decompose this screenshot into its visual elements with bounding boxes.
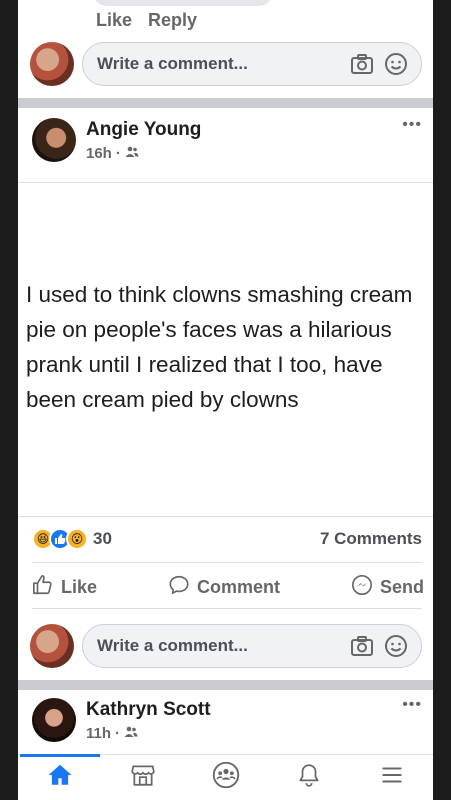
send-button[interactable]: Send <box>351 574 424 601</box>
reactions-button[interactable]: 😆 😮 30 <box>32 528 112 550</box>
comments-count-link[interactable]: 7 Comments <box>320 529 422 549</box>
post-actions: Like Comment Send <box>32 574 424 601</box>
nav-marketplace[interactable] <box>113 755 173 800</box>
post-header: Angie Young 16h · ••• <box>32 116 422 162</box>
comment-input[interactable]: Write a comment... <box>82 42 422 86</box>
post-time[interactable]: 16h <box>86 145 112 162</box>
messenger-icon <box>351 574 373 601</box>
menu-icon <box>379 762 405 793</box>
friends-icon <box>124 725 138 742</box>
nav-notifications[interactable] <box>279 755 339 800</box>
comment-placeholder: Write a comment... <box>97 636 248 655</box>
emoji-icon[interactable] <box>383 633 409 659</box>
comment-like-link[interactable]: Like <box>96 10 132 31</box>
comment-input[interactable]: Write a comment... <box>82 624 422 668</box>
comment-reply-link[interactable]: Reply <box>148 10 197 31</box>
camera-icon[interactable] <box>349 51 375 77</box>
body-divider <box>18 516 433 517</box>
actions-divider <box>32 608 422 609</box>
emoji-icon[interactable] <box>383 51 409 77</box>
comment-placeholder: Write a comment... <box>97 54 248 73</box>
camera-icon[interactable] <box>349 633 375 659</box>
dot-separator: · <box>115 724 121 742</box>
more-options-icon[interactable]: ••• <box>402 696 422 714</box>
avatar <box>30 42 74 86</box>
bottom-nav <box>18 753 433 800</box>
header-divider <box>18 182 433 183</box>
nav-home[interactable] <box>19 753 100 800</box>
author-name[interactable]: Kathryn Scott <box>86 699 402 721</box>
reaction-count: 30 <box>93 529 112 548</box>
comment-bar: Write a comment... <box>30 622 422 670</box>
comment-label: Comment <box>197 577 281 597</box>
home-icon <box>47 762 73 793</box>
post-separator <box>18 98 433 108</box>
dot-separator: · <box>115 144 121 162</box>
previous-comment-actions: Like Reply <box>96 10 197 31</box>
post-header: Kathryn Scott 11h · ••• <box>32 696 422 742</box>
post-separator <box>18 680 433 690</box>
comment-button[interactable]: Comment <box>168 574 280 601</box>
nav-groups[interactable] <box>196 755 256 800</box>
avatar <box>30 624 74 668</box>
like-button[interactable]: Like <box>32 574 97 601</box>
more-options-icon[interactable]: ••• <box>402 116 422 134</box>
author-avatar[interactable] <box>32 118 76 162</box>
post-text: I used to think clowns smashing cream pi… <box>26 282 413 412</box>
author-name[interactable]: Angie Young <box>86 119 402 141</box>
send-label: Send <box>379 577 424 597</box>
previous-comment-bubble <box>93 0 273 6</box>
reactions-divider <box>32 562 422 563</box>
notifications-icon <box>296 762 322 793</box>
wow-icon: 😮 <box>66 528 88 550</box>
author-avatar[interactable] <box>32 698 76 742</box>
nav-menu[interactable] <box>362 755 422 800</box>
thumbs-up-icon <box>32 574 54 601</box>
groups-icon <box>212 761 240 794</box>
marketplace-icon <box>130 762 156 793</box>
like-label: Like <box>61 577 98 597</box>
comment-bar: Write a comment... <box>30 40 422 88</box>
friends-icon <box>125 145 139 162</box>
reactions-summary: 😆 😮 30 7 Comments <box>32 528 422 550</box>
feed-screen: Like Reply Write a comment... Angie Youn… <box>18 0 433 800</box>
post-time[interactable]: 11h <box>86 725 111 742</box>
speech-bubble-icon <box>168 574 190 601</box>
